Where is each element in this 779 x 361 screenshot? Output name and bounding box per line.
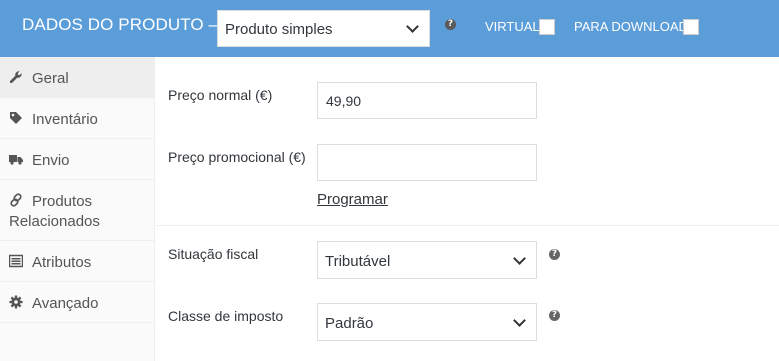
tab-general-label: Geral	[32, 70, 69, 87]
regular-price-input[interactable]: 49,90	[317, 82, 537, 119]
gear-icon	[9, 295, 23, 309]
tax-status-label: Situação fiscal	[168, 246, 259, 262]
tax-class-value: Padrão	[325, 315, 374, 332]
tab-linked-products-label: Produtos Relacionados	[9, 193, 100, 230]
product-data-title: DADOS DO PRODUTO —	[22, 15, 226, 34]
product-data-tabs: Geral Inventário Envio Produtos Relacion…	[0, 57, 155, 361]
chevron-down-icon	[406, 20, 419, 33]
wrench-icon	[9, 71, 22, 84]
chevron-down-icon	[513, 314, 526, 327]
help-icon[interactable]: ?	[549, 310, 560, 321]
sale-price-input[interactable]	[317, 144, 537, 181]
download-label: PARA DOWNLOAD:	[574, 19, 692, 34]
virtual-checkbox[interactable]	[539, 19, 555, 35]
help-icon[interactable]: ?	[445, 19, 456, 30]
product-data-header: DADOS DO PRODUTO — Produto simples ? VIR…	[0, 0, 779, 57]
tab-shipping-label: Envio	[32, 152, 70, 169]
list-icon	[9, 254, 23, 268]
help-icon[interactable]: ?	[549, 249, 560, 260]
tab-inventory[interactable]: Inventário	[0, 98, 154, 139]
download-checkbox[interactable]	[683, 19, 699, 35]
tab-attributes-label: Atributos	[32, 254, 92, 271]
regular-price-label: Preço normal (€)	[168, 87, 273, 103]
tab-advanced[interactable]: Avançado	[0, 282, 154, 323]
chevron-down-icon	[513, 252, 526, 265]
truck-icon	[9, 155, 23, 165]
tab-shipping[interactable]: Envio	[0, 139, 154, 180]
general-panel: Preço normal (€) 49,90 Preço promocional…	[156, 57, 779, 361]
sale-price-label: Preço promocional (€)	[168, 149, 306, 165]
tab-inventory-label: Inventário	[32, 111, 98, 128]
tax-class-select[interactable]: Padrão	[317, 303, 537, 341]
tax-class-label: Classe de imposto	[168, 308, 284, 324]
virtual-label: VIRTUAL:	[485, 19, 544, 34]
product-type-value: Produto simples	[225, 21, 333, 38]
tax-status-select[interactable]: Tributável	[317, 241, 537, 279]
tab-attributes[interactable]: Atributos	[0, 241, 154, 282]
tag-icon	[10, 112, 22, 124]
tab-general[interactable]: Geral	[0, 57, 154, 98]
section-divider	[156, 225, 779, 226]
schedule-sale-link[interactable]: Programar	[317, 191, 388, 208]
product-type-select[interactable]: Produto simples	[217, 10, 430, 47]
tab-linked-products[interactable]: Produtos Relacionados	[0, 180, 154, 241]
tax-status-value: Tributável	[325, 253, 391, 270]
tab-advanced-label: Avançado	[32, 295, 99, 312]
